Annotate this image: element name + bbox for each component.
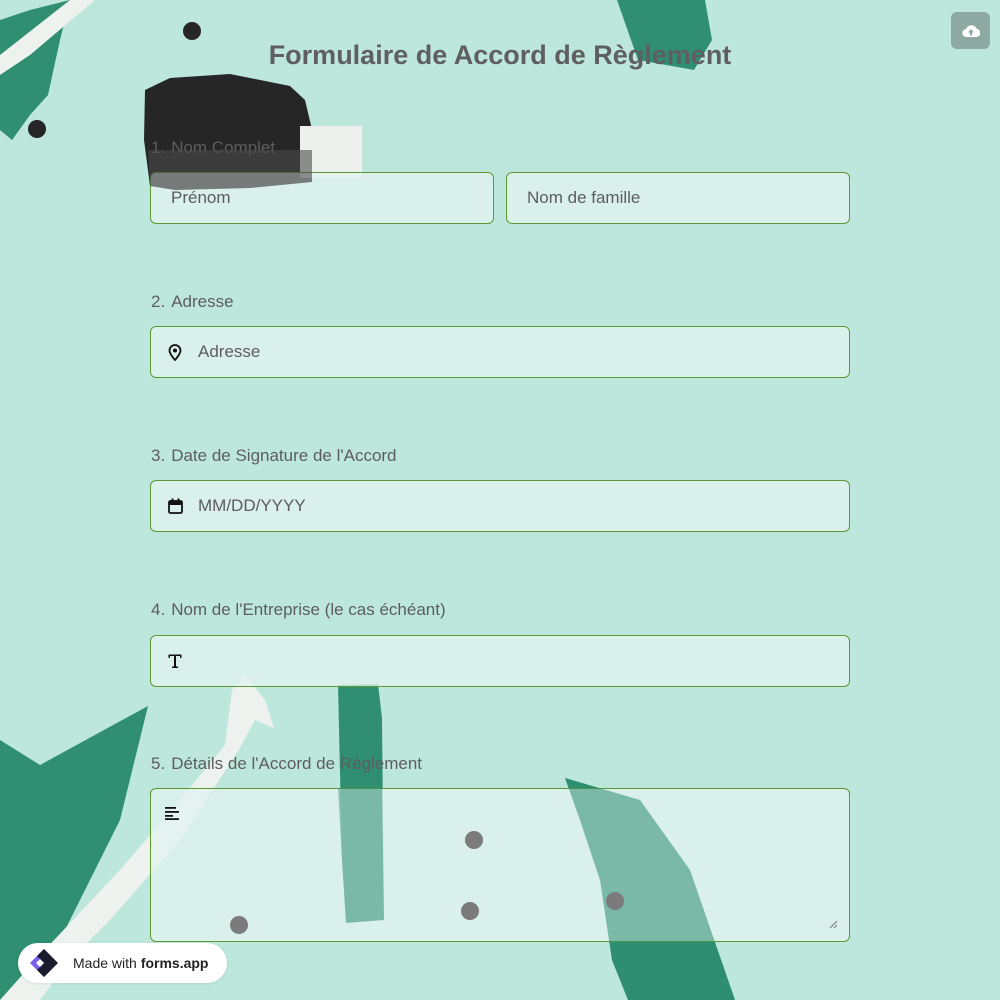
question-5-label: 5. Détails de l'Accord de Règlement [151, 754, 422, 774]
question-1-label: 1. Nom Complet [151, 138, 275, 158]
cloud-upload-icon [961, 24, 980, 37]
question-4-text: Nom de l'Entreprise (le cas échéant) [171, 600, 446, 619]
question-3-number: 3. [151, 446, 166, 465]
question-4-label: 4. Nom de l'Entreprise (le cas échéant) [151, 600, 446, 620]
question-3-label: 3. Date de Signature de l'Accord [151, 446, 397, 466]
last-name-input[interactable]: Nom de famille [506, 172, 850, 224]
question-2-text: Adresse [171, 292, 234, 311]
address-input[interactable]: Adresse [150, 326, 850, 378]
last-name-placeholder: Nom de famille [527, 188, 641, 207]
question-2-number: 2. [151, 292, 166, 311]
align-left-icon [165, 806, 180, 825]
agreement-details-textarea[interactable] [150, 788, 850, 942]
page-title: Formulaire de Accord de Règlement [268, 40, 732, 70]
forms-app-logo-icon [26, 946, 66, 980]
question-1-number: 1. [151, 138, 166, 157]
question-3-text: Date de Signature de l'Accord [171, 446, 397, 465]
date-placeholder: MM/DD/YYYY [198, 496, 306, 515]
made-with-badge[interactable]: Made with forms.app [18, 943, 227, 983]
question-1-text: Nom Complet [171, 138, 276, 157]
question-2-label: 2. Adresse [151, 292, 234, 312]
badge-brand: forms.app [140, 955, 209, 971]
resize-handle-icon[interactable] [829, 915, 838, 933]
signature-date-input[interactable]: MM/DD/YYYY [150, 480, 850, 532]
first-name-input[interactable]: Prénom [150, 172, 494, 224]
cloud-upload-button[interactable] [951, 12, 990, 49]
address-placeholder: Adresse [198, 342, 261, 361]
text-type-icon [164, 650, 186, 672]
question-5-text: Détails de l'Accord de Règlement [171, 754, 423, 773]
location-pin-icon [164, 341, 186, 363]
calendar-icon [164, 495, 186, 517]
question-4-number: 4. [151, 600, 166, 619]
company-name-input[interactable] [150, 635, 850, 687]
question-5-number: 5. [151, 754, 166, 773]
first-name-placeholder: Prénom [171, 188, 231, 207]
badge-prefix: Made with [73, 955, 137, 971]
